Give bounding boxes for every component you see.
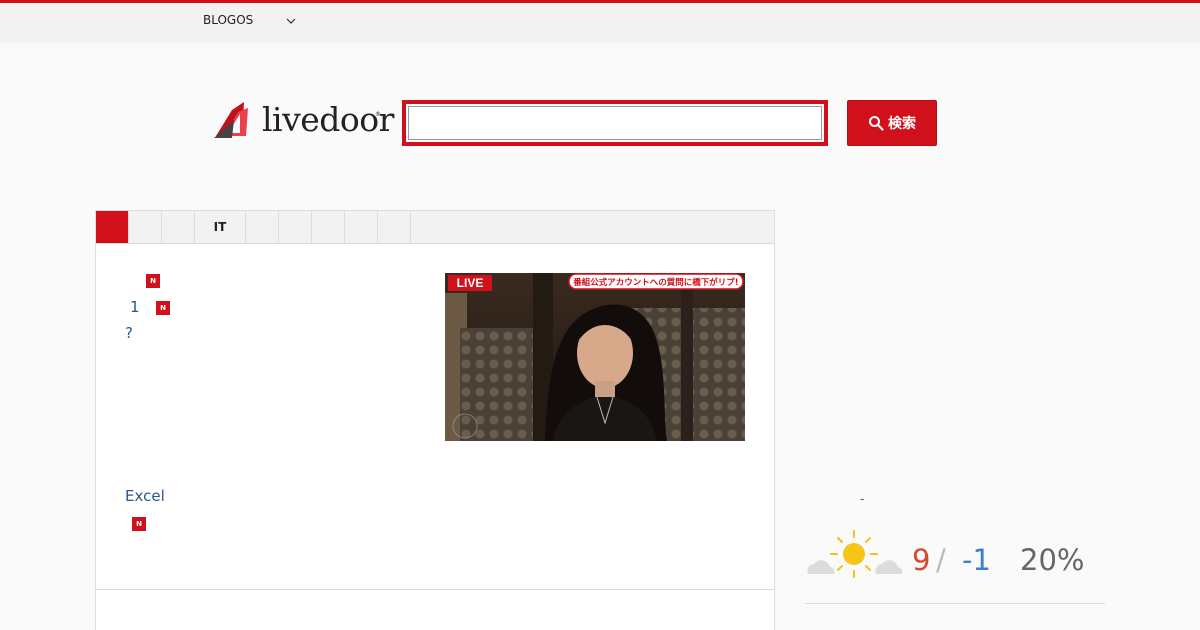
temperature-high: 9 <box>912 543 931 577</box>
panel-divider <box>96 589 774 590</box>
blogos-link[interactable]: BLOGOS <box>203 13 253 27</box>
chevron-down-icon[interactable] <box>286 16 296 26</box>
tab-it[interactable]: IT <box>195 211 246 243</box>
tab-7[interactable] <box>345 211 378 243</box>
weather-link[interactable]: - <box>860 492 864 506</box>
tab-6[interactable] <box>312 211 345 243</box>
livedoor-logo-text: livedoor <box>262 100 394 139</box>
registered-mark: ® <box>375 111 381 118</box>
new-badge: N <box>156 301 170 315</box>
tab-2[interactable] <box>162 211 195 243</box>
sun-with-clouds-icon <box>807 530 903 578</box>
new-badge: N <box>146 274 160 288</box>
thumbnail-caption: 番組公式アカウントへの質問に橋下がリプ! <box>572 277 738 288</box>
new-badge: N <box>132 517 146 531</box>
rain-probability: 20% <box>1020 543 1085 577</box>
tab-5[interactable] <box>279 211 312 243</box>
tab-1[interactable] <box>129 211 162 243</box>
search-button-label: 検索 <box>888 115 916 131</box>
news-item-2[interactable]: 1 <box>130 298 140 316</box>
live-label: LIVE <box>457 276 484 290</box>
news-item-4[interactable]: Excel <box>125 487 165 505</box>
temperature-separator: / <box>936 543 946 577</box>
news-panel: IT N 1 N ? Excel N LIVE 番組公式アカウントへの質問に橋下… <box>95 210 775 630</box>
temperature-low: -1 <box>962 543 991 577</box>
search-button[interactable]: 検索 <box>847 100 937 146</box>
category-tabs: IT <box>96 211 774 244</box>
tab-4[interactable] <box>246 211 279 243</box>
news-thumbnail-image: LIVE 番組公式アカウントへの質問に橋下がリプ! <box>445 273 745 441</box>
weather-divider <box>805 603 1105 604</box>
news-thumbnail[interactable]: LIVE 番組公式アカウントへの質問に橋下がリプ! <box>445 273 745 441</box>
top-nav-bar <box>0 0 1200 43</box>
search-input[interactable] <box>408 106 822 140</box>
tab-top[interactable] <box>96 211 129 243</box>
search-icon <box>869 116 884 131</box>
tab-8[interactable] <box>378 211 411 243</box>
news-item-3[interactable]: ? <box>125 324 133 342</box>
